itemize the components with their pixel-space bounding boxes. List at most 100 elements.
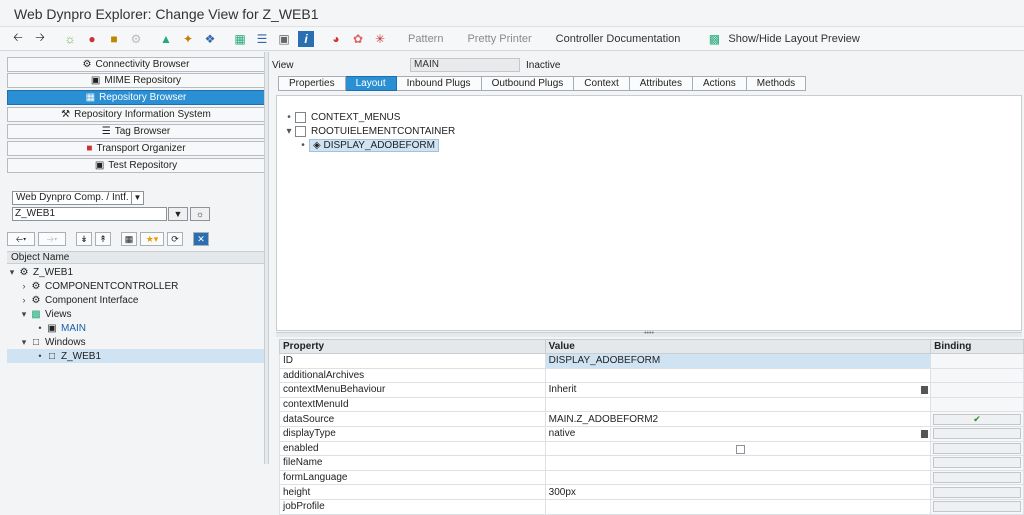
pattern-button[interactable]: Pattern: [408, 33, 443, 45]
layout-node-context-menus[interactable]: • CONTEXT_MENUS: [283, 110, 400, 124]
property-value-input[interactable]: MAIN.Z_ADOBEFORM2: [544, 411, 932, 427]
binding-button[interactable]: [933, 457, 1021, 469]
tab-attributes[interactable]: Attributes: [629, 76, 693, 91]
binding-cell: [930, 484, 1024, 500]
property-row-jobprofile: jobProfile: [279, 498, 1024, 515]
tree-node-component-interface[interactable]: › ⚙ Component Interface: [7, 293, 264, 307]
connectivity-browser-button[interactable]: ⚙ Connectivity Browser: [7, 57, 265, 72]
navigator-icon[interactable]: ☰: [254, 31, 270, 47]
pie-icon[interactable]: ◕: [328, 31, 344, 47]
context-menus-checkbox[interactable]: [295, 111, 306, 123]
property-value-input[interactable]: [544, 469, 932, 486]
property-value-input[interactable]: 300px: [544, 484, 932, 500]
horizontal-splitter[interactable]: ••••: [276, 330, 1022, 337]
info-icon[interactable]: i: [298, 30, 314, 47]
binding-cell: [930, 469, 1024, 486]
binding-button[interactable]: [933, 501, 1021, 513]
column-header-binding: Binding: [930, 339, 1024, 354]
refresh-button[interactable]: ⟳: [167, 232, 183, 246]
object-type-select[interactable]: Web Dynpro Comp. / Intf. ▼: [12, 191, 144, 205]
vertical-splitter[interactable]: [264, 52, 269, 464]
close-button[interactable]: ✕: [193, 232, 209, 246]
property-name: additionalArchives: [279, 367, 546, 384]
views-icon: ▩: [31, 308, 41, 320]
back-arrow-icon[interactable]: 🡠: [10, 30, 26, 47]
tree-node-root[interactable]: ▾ ⚙ Z_WEB1: [7, 265, 264, 279]
expand-all-button[interactable]: ↡: [76, 232, 92, 246]
object-name-header: Object Name: [7, 251, 264, 264]
tab-layout[interactable]: Layout: [345, 76, 397, 91]
bullet-icon: •: [38, 351, 42, 361]
tab-inbound-plugs[interactable]: Inbound Plugs: [396, 76, 482, 91]
tab-outbound-plugs[interactable]: Outbound Plugs: [481, 76, 575, 91]
favorites-button[interactable]: ★▾: [140, 232, 164, 246]
binding-button[interactable]: [933, 428, 1021, 440]
root-container-checkbox[interactable]: [295, 125, 306, 137]
property-name: jobProfile: [279, 498, 546, 515]
collapse-all-button[interactable]: ↟: [95, 232, 111, 246]
forward-button[interactable]: 🡢▾: [38, 232, 66, 246]
collapse-icon: ↟: [99, 234, 107, 244]
tab-context[interactable]: Context: [574, 76, 630, 91]
tab-properties[interactable]: Properties: [278, 76, 346, 91]
binding-button[interactable]: ✔: [933, 413, 1021, 425]
test-icon[interactable]: ✿: [350, 31, 366, 47]
binding-button[interactable]: [933, 442, 1021, 454]
repository-information-system-button[interactable]: ⚒ Repository Information System: [7, 107, 265, 122]
object-list-icon[interactable]: ■: [106, 31, 122, 47]
magic-icon[interactable]: ✳: [372, 31, 388, 47]
property-row-enabled: enabled: [279, 440, 1024, 457]
property-value-input[interactable]: [544, 455, 932, 471]
mime-repository-button[interactable]: ▣ MIME Repository: [7, 73, 265, 88]
property-value-input[interactable]: [544, 498, 932, 515]
forward-arrow-icon[interactable]: 🡢: [32, 30, 48, 47]
view-editor: View MAIN Inactive Properties Layout Inb…: [270, 52, 1024, 515]
hierarchy-icon: ▦: [124, 234, 134, 244]
wizard-icon[interactable]: ✦: [180, 31, 196, 47]
tab-actions[interactable]: Actions: [693, 76, 747, 91]
object-name-dropdown-button[interactable]: ▼: [168, 207, 188, 221]
property-value-input[interactable]: [544, 396, 932, 413]
binding-button[interactable]: [933, 472, 1021, 484]
tag-icon: ☰: [101, 126, 111, 137]
bullet-icon: •: [38, 323, 42, 333]
object-icon[interactable]: ●: [84, 31, 100, 47]
property-value-input[interactable]: DISPLAY_ADOBEFORM: [544, 353, 932, 369]
controller-icon: ⚙: [31, 280, 41, 292]
tree-node-views[interactable]: ▾ ▩ Views: [7, 307, 264, 321]
tree-node-main[interactable]: • ▣ MAIN: [7, 321, 264, 335]
application-toolbar: 🡠 🡢 ☼ ● ■ ⚙ ▲ ✦ ❖ ▦ ☰ ▣ i ◕ ✿ ✳ Pattern …: [0, 27, 1024, 51]
tag-browser-button[interactable]: ☰ Tag Browser: [7, 124, 265, 139]
layout-preview-button[interactable]: Show/Hide Layout Preview: [728, 33, 859, 45]
layout-node-root-container[interactable]: ▾ ROOTUIELEMENTCONTAINER: [283, 124, 455, 138]
property-value-select[interactable]: Inherit: [544, 382, 932, 398]
layout-node-display-adobeform[interactable]: • ◈ DISPLAY_ADOBEFORM: [297, 138, 439, 152]
object-name-input[interactable]: Z_WEB1: [12, 207, 167, 221]
where-used-icon[interactable]: ❖: [202, 31, 218, 47]
transport-organizer-button[interactable]: ■ Transport Organizer: [7, 141, 265, 156]
pretty-printer-button[interactable]: Pretty Printer: [467, 33, 531, 45]
glasses-icon[interactable]: ☼: [62, 31, 78, 47]
display-object-button[interactable]: ☼: [190, 207, 210, 221]
dropdown-icon[interactable]: [921, 429, 929, 438]
property-value-select[interactable]: native: [544, 425, 932, 442]
hierarchy-button[interactable]: ▦: [121, 232, 137, 246]
property-name: enabled: [279, 440, 546, 457]
activate-icon[interactable]: ▲: [158, 31, 174, 47]
back-button[interactable]: 🡠▾: [7, 232, 35, 246]
hierarchy-icon[interactable]: ▦: [232, 31, 248, 47]
display-icon[interactable]: ▣: [276, 31, 292, 47]
tab-methods[interactable]: Methods: [746, 76, 807, 91]
binding-button[interactable]: [933, 486, 1021, 498]
tree-node-windows[interactable]: ▾ □ Windows: [7, 335, 264, 349]
enabled-checkbox[interactable]: [735, 444, 745, 454]
controller-documentation-button[interactable]: Controller Documentation: [556, 33, 681, 45]
repository-browser-button[interactable]: ▦ Repository Browser: [7, 90, 265, 105]
binding-cell: [930, 440, 1024, 457]
settings-icon[interactable]: ⚙: [128, 31, 144, 47]
dropdown-icon[interactable]: [921, 386, 929, 395]
property-value-input[interactable]: [544, 367, 932, 384]
tree-node-window-z-web1[interactable]: • □ Z_WEB1: [7, 349, 264, 363]
test-repository-button[interactable]: ▣ Test Repository: [7, 158, 265, 173]
tree-node-componentcontroller[interactable]: › ⚙ COMPONENTCONTROLLER: [7, 279, 264, 293]
